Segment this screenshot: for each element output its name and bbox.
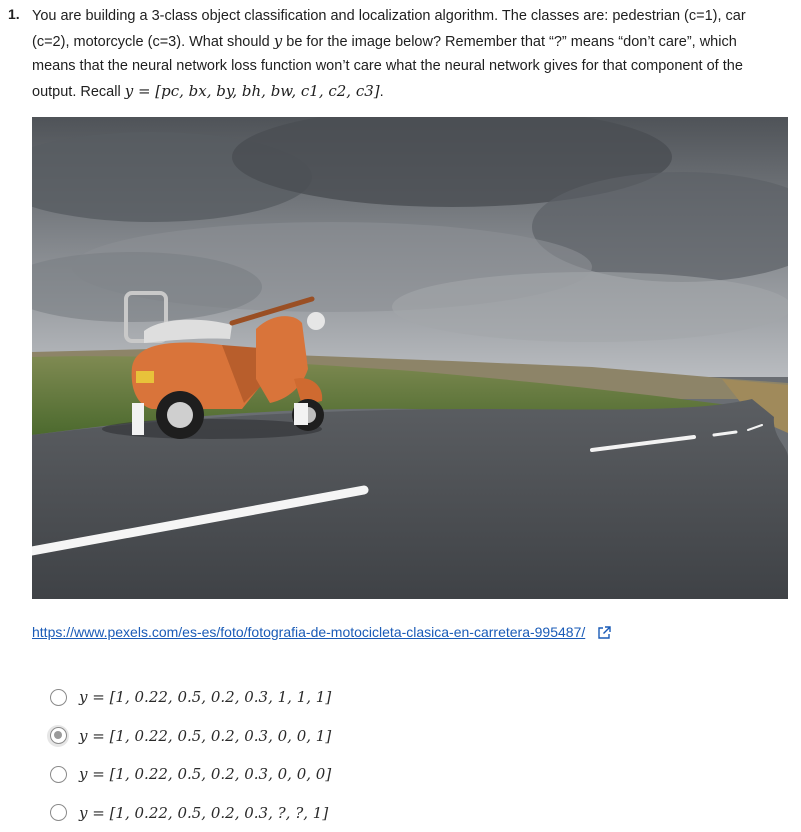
answer-option-3[interactable]: y = [1, 0.22, 0.5, 0.2, 0.3, 0, 0, 0]	[47, 755, 331, 794]
recall-formula: y = [pc, bx, by, bh, bw, c1, c2, c3]	[125, 82, 380, 100]
answer-option-2[interactable]: y = [1, 0.22, 0.5, 0.2, 0.3, 0, 0, 1]	[47, 717, 331, 756]
radio-wrap-2	[47, 725, 69, 747]
source-link-row: https://www.pexels.com/es-es/foto/fotogr…	[32, 624, 611, 640]
answer-option-1[interactable]: y = [1, 0.22, 0.5, 0.2, 0.3, 1, 1, 1]	[47, 678, 331, 717]
y-symbol: y	[274, 32, 282, 50]
source-link[interactable]: https://www.pexels.com/es-es/foto/fotogr…	[32, 624, 585, 640]
radio-button-3[interactable]	[50, 766, 67, 783]
radio-button-2-selected[interactable]	[50, 727, 67, 744]
answer-option-4[interactable]: y = [1, 0.22, 0.5, 0.2, 0.3, ?, ?, 1]	[47, 794, 331, 832]
external-link-icon[interactable]	[597, 626, 611, 640]
answer-option-label-3: y = [1, 0.22, 0.5, 0.2, 0.3, 0, 0, 0]	[79, 765, 331, 783]
radio-button-4[interactable]	[50, 804, 67, 821]
radio-button-1[interactable]	[50, 689, 67, 706]
scooter-photo	[32, 117, 788, 599]
question-number: 1.	[8, 6, 20, 22]
question-text: You are building a 3-class object classi…	[32, 4, 784, 104]
question-text-end: .	[380, 84, 384, 100]
radio-wrap-3	[47, 763, 69, 785]
answer-options: y = [1, 0.22, 0.5, 0.2, 0.3, 1, 1, 1] y …	[47, 678, 331, 832]
answer-option-label-2: y = [1, 0.22, 0.5, 0.2, 0.3, 0, 0, 1]	[79, 727, 331, 745]
radio-wrap-1	[47, 686, 69, 708]
radio-wrap-4	[47, 802, 69, 824]
answer-option-label-4: y = [1, 0.22, 0.5, 0.2, 0.3, ?, ?, 1]	[79, 804, 328, 822]
answer-option-label-1: y = [1, 0.22, 0.5, 0.2, 0.3, 1, 1, 1]	[79, 688, 331, 706]
